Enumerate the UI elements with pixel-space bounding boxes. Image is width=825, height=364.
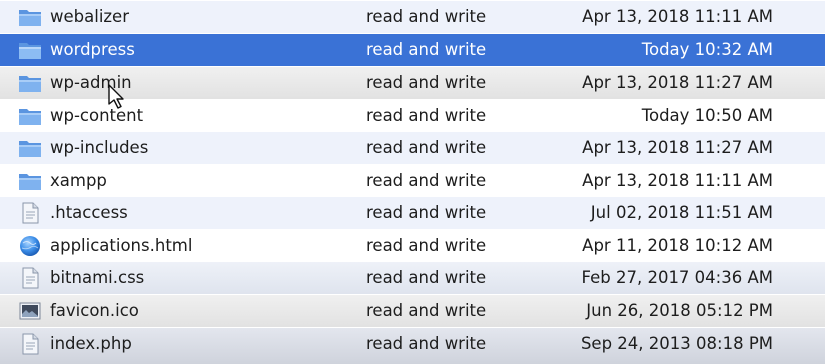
html-globe-icon (18, 235, 42, 257)
file-modified-date: Jun 26, 2018 05:12 PM (586, 301, 773, 320)
file-modified-date: Today 10:32 AM (641, 40, 773, 59)
file-row-wp-includes[interactable]: wp-includes read and write Apr 13, 2018 … (0, 132, 825, 164)
file-row-wp-content[interactable]: wp-content read and write Today 10:50 AM (0, 100, 825, 132)
file-modified-date: Jul 02, 2018 11:51 AM (590, 203, 773, 222)
file-modified-date: Sep 24, 2013 08:18 PM (580, 334, 773, 353)
file-name: wp-includes (50, 138, 149, 157)
file-row-xampp[interactable]: xampp read and write Apr 13, 2018 11:11 … (0, 165, 825, 197)
css-file-icon (18, 267, 42, 289)
file-row-wordpress[interactable]: wordpress read and write Today 10:32 AM (0, 34, 825, 66)
folder-icon (18, 105, 42, 127)
file-permissions: read and write (366, 73, 487, 92)
file-name: wordpress (50, 40, 135, 59)
file-permissions: read and write (366, 7, 487, 26)
file-permissions: read and write (366, 138, 487, 157)
file-modified-date: Apr 13, 2018 11:27 AM (582, 73, 773, 92)
file-name: favicon.ico (50, 301, 139, 320)
image-file-icon (18, 300, 42, 322)
file-name: xampp (50, 171, 107, 190)
file-permissions: read and write (366, 301, 487, 320)
file-modified-date: Today 10:50 AM (641, 106, 773, 125)
file-permissions: read and write (366, 40, 487, 59)
file-list: webalizer read and write Apr 13, 2018 11… (0, 0, 825, 364)
file-permissions: read and write (366, 334, 487, 353)
file-modified-date: Apr 13, 2018 11:11 AM (582, 7, 773, 26)
folder-icon (18, 170, 42, 192)
folder-icon (18, 6, 42, 28)
file-name: .htaccess (50, 203, 128, 222)
file-row-wp-admin[interactable]: wp-admin read and write Apr 13, 2018 11:… (0, 67, 825, 99)
file-modified-date: Apr 13, 2018 11:11 AM (582, 171, 773, 190)
file-permissions: read and write (366, 171, 487, 190)
file-row-htaccess[interactable]: .htaccess read and write Jul 02, 2018 11… (0, 197, 825, 229)
file-permissions: read and write (366, 236, 487, 255)
file-name: index.php (50, 334, 132, 353)
file-name: bitnami.css (50, 268, 145, 287)
file-name: wp-content (50, 106, 144, 125)
file-name: webalizer (50, 7, 129, 26)
folder-icon (18, 137, 42, 159)
file-permissions: read and write (366, 106, 487, 125)
text-file-icon (18, 202, 42, 224)
file-row-applications-html[interactable]: applications.html read and write Apr 11,… (0, 230, 825, 262)
file-row-index-php[interactable]: index.php read and write Sep 24, 2013 08… (0, 328, 825, 364)
file-modified-date: Feb 27, 2017 04:36 AM (581, 268, 774, 287)
file-permissions: read and write (366, 203, 487, 222)
file-name: wp-admin (50, 73, 132, 92)
file-row-webalizer[interactable]: webalizer read and write Apr 13, 2018 11… (0, 1, 825, 33)
file-modified-date: Apr 13, 2018 11:27 AM (582, 138, 773, 157)
file-name: applications.html (50, 236, 193, 255)
php-file-icon (18, 333, 42, 355)
folder-icon (18, 39, 42, 61)
file-row-favicon-ico[interactable]: favicon.ico read and write Jun 26, 2018 … (0, 295, 825, 327)
folder-icon (18, 72, 42, 94)
file-modified-date: Apr 11, 2018 10:12 AM (582, 236, 773, 255)
file-row-bitnami-css[interactable]: bitnami.css read and write Feb 27, 2017 … (0, 262, 825, 294)
file-permissions: read and write (366, 268, 487, 287)
